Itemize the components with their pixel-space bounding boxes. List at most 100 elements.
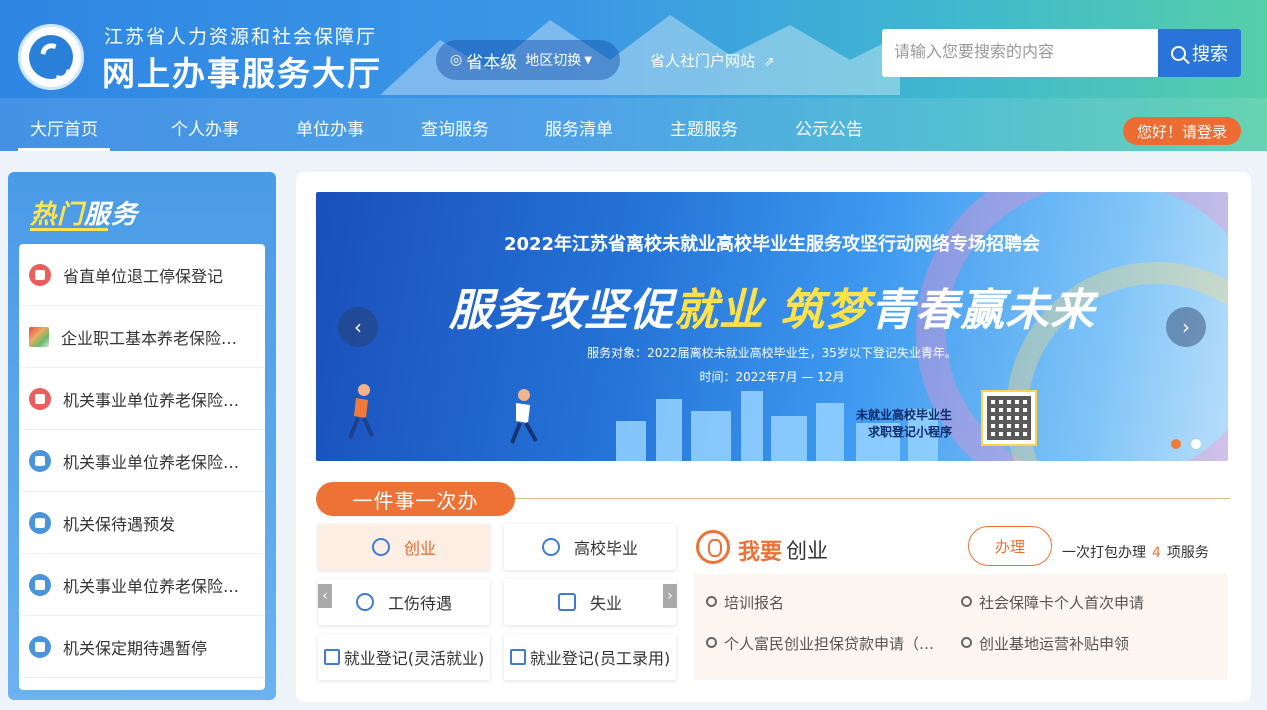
nav-personal[interactable]: 个人办事: [171, 115, 239, 140]
hot-service-item[interactable]: 省直单位退工停保登记: [19, 244, 265, 306]
banner-carousel[interactable]: 2022年江苏省离校未就业高校毕业生服务攻坚行动网络专场招聘会 服务攻坚促就业 …: [316, 192, 1228, 461]
hot-service-label: 机关保定期待遇暂停: [63, 638, 208, 658]
search-button[interactable]: 搜索: [1158, 29, 1241, 77]
login-button[interactable]: 您好！请登录: [1123, 117, 1241, 145]
category-graduate[interactable]: 高校毕业: [504, 524, 676, 570]
banner-slogan: 服务攻坚促就业 筑梦青春赢未来: [316, 274, 1228, 338]
region-switch-label: 地区切换: [525, 53, 582, 69]
injury-icon: [355, 593, 374, 611]
startup-detail-panel: 我要 创业 办理 一次打包办理 4 项服务 培训报名 社会保障卡个人首次申请 个人富…: [694, 526, 1227, 680]
mail-icon: [29, 387, 51, 410]
edit-form-icon: [509, 649, 526, 665]
nav-query[interactable]: 查询服务: [421, 115, 489, 140]
category-label: 工伤待遇: [387, 594, 452, 613]
package-info: 一次打包办理 4 项服务: [1062, 542, 1209, 562]
share-arrow-icon: ⇗: [763, 55, 775, 70]
broken-image-icon: [29, 326, 49, 347]
banner-prev-button[interactable]: ‹: [338, 307, 378, 347]
logo-icon[interactable]: [18, 24, 84, 90]
hot-service-label: 机关事业单位养老保险…: [63, 452, 240, 472]
hot-title-rest: 服务: [84, 200, 139, 230]
hot-service-label: 企业职工基本养老保险…: [61, 328, 238, 348]
pack-prefix: 一次打包办理: [1062, 545, 1146, 561]
caret-down-icon: ▼: [584, 54, 592, 66]
pack-count: 4: [1152, 545, 1161, 561]
hot-service-label: 机关事业单位养老保险…: [63, 390, 240, 410]
category-label: 就业登记(灵活就业): [343, 649, 485, 668]
nav-unit[interactable]: 单位办事: [296, 115, 364, 140]
slogan-part: 筑梦: [780, 285, 871, 336]
startup-icon: [696, 530, 730, 564]
slogan-part: 就业: [673, 285, 764, 336]
qr-caption-line: 求职登记小程序: [868, 425, 953, 439]
edit-form-icon: [323, 649, 340, 665]
qr-code: [981, 390, 1037, 446]
nav-service-list[interactable]: 服务清单: [545, 115, 613, 140]
service-link[interactable]: 个人富民创业担保贷款申请（…: [706, 633, 934, 654]
hot-service-item[interactable]: 机关保待遇预发: [19, 492, 265, 554]
category-flexible-employment[interactable]: 就业登记(灵活就业): [318, 634, 490, 680]
hot-service-item[interactable]: 机关事业单位养老保险…: [19, 430, 265, 492]
qr-caption-line: 未就业高校毕业生: [856, 408, 953, 422]
header: 江苏省人力资源和社会保障厅 网上办事服务大厅 ◎ 省本级 地区切换 ▼ 省人社门…: [0, 0, 1267, 151]
handle-button[interactable]: 办理: [968, 526, 1052, 566]
hot-service-label: 机关事业单位养老保险…: [63, 576, 240, 596]
hot-service-item[interactable]: 机关事业单位养老保险…: [19, 368, 265, 430]
detail-title-highlight: 我要: [738, 540, 783, 565]
nav-theme[interactable]: 主题服务: [670, 115, 738, 140]
runner-illustration: [510, 389, 538, 444]
slogan-part: 服务攻坚促: [448, 285, 674, 336]
region-switcher[interactable]: ◎ 省本级 地区切换 ▼: [436, 40, 620, 80]
category-injury[interactable]: 工伤待遇: [318, 579, 490, 625]
category-startup[interactable]: 创业: [318, 524, 490, 570]
hot-title-underline: [30, 228, 108, 231]
category-employee-hiring[interactable]: 就业登记(员工录用): [504, 634, 676, 680]
print-icon: [29, 635, 51, 658]
detail-title: 创业: [786, 539, 828, 563]
hot-services-list: 省直单位退工停保登记 企业职工基本养老保险… 机关事业单位养老保险… 机关事业单…: [19, 244, 265, 690]
nav-home[interactable]: 大厅首页: [18, 115, 110, 151]
service-link[interactable]: 培训报名: [706, 592, 784, 613]
category-label: 高校毕业: [573, 539, 638, 558]
banner-top-title: 2022年江苏省离校未就业高校毕业生服务攻坚行动网络专场招聘会: [503, 234, 1041, 255]
runner-illustration: [348, 384, 374, 439]
hot-service-item[interactable]: 企业职工基本养老保险…: [19, 306, 265, 368]
service-link[interactable]: 创业基地运营补贴申领: [961, 633, 1129, 654]
startup-icon: [371, 538, 390, 556]
region-level: 省本级: [466, 52, 518, 73]
section-divider: [492, 498, 1230, 499]
portal-link[interactable]: 省人社门户网站 ⇗: [650, 50, 775, 71]
category-label: 就业登记(员工录用): [529, 649, 671, 668]
hall-title[interactable]: 网上办事服务大厅: [102, 47, 382, 95]
hot-service-item[interactable]: 机关保定期待遇暂停: [19, 616, 265, 678]
org-name: 江苏省人力资源和社会保障厅: [104, 26, 378, 48]
service-link[interactable]: 社会保障卡个人首次申请: [961, 592, 1144, 613]
search-icon: [1171, 45, 1186, 61]
hot-services-panel: 热门服务 省直单位退工停保登记 企业职工基本养老保险… 机关事业单位养老保险… …: [8, 172, 276, 700]
qr-caption: 未就业高校毕业生求职登记小程序: [856, 407, 952, 441]
doc-icon: [29, 573, 51, 596]
carousel-dot-active[interactable]: [1171, 439, 1181, 449]
category-label: 创业: [403, 539, 436, 558]
graduation-cap-icon: [541, 538, 560, 556]
briefcase-icon: [557, 593, 576, 611]
search-input[interactable]: [882, 29, 1158, 77]
doc-icon: [29, 263, 51, 286]
main-content: 2022年江苏省离校未就业高校毕业生服务攻坚行动网络专场招聘会 服务攻坚促就业 …: [296, 172, 1251, 702]
hot-title-highlight: 热门: [30, 200, 85, 230]
print-icon: [29, 511, 51, 534]
banner-next-button[interactable]: ›: [1166, 307, 1206, 347]
hot-service-label: 机关保待遇预发: [63, 514, 176, 534]
yjs-section-title: 一件事一次办: [316, 482, 515, 516]
search-button-label: 搜索: [1192, 44, 1228, 65]
category-unemployment[interactable]: 失业: [504, 579, 676, 625]
carousel-dot[interactable]: [1191, 439, 1201, 449]
hot-service-item[interactable]: 机关事业单位养老保险…: [19, 554, 265, 616]
hot-services-title: 热门服务: [30, 194, 138, 231]
pack-suffix: 项服务: [1166, 545, 1209, 561]
category-next-arrow[interactable]: ›: [663, 584, 677, 608]
category-prev-arrow[interactable]: ‹: [318, 584, 332, 608]
banner-time: 时间：2022年7月 — 12月: [699, 370, 845, 384]
nav-announcement[interactable]: 公示公告: [795, 115, 863, 140]
carousel-dots: [1171, 439, 1201, 449]
